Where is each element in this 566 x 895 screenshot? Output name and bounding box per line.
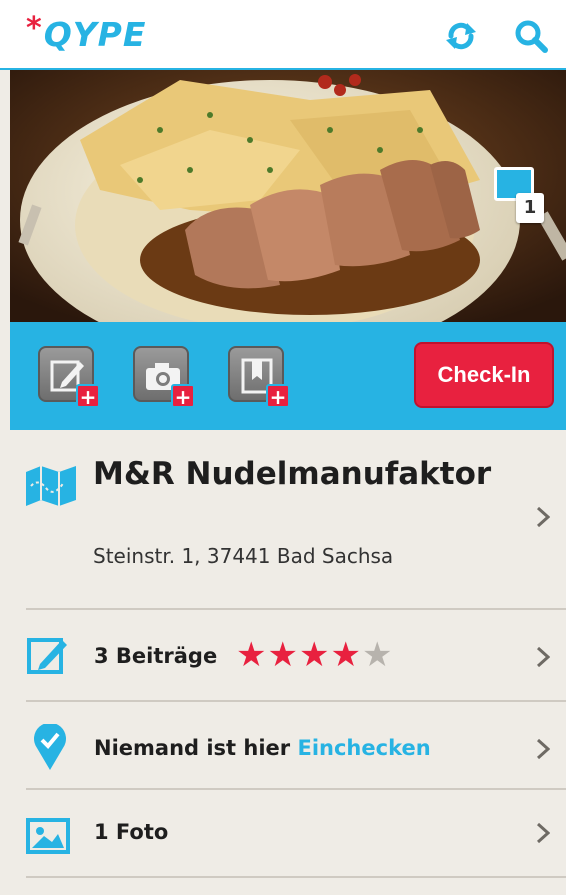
- logo-text: QYPE: [43, 15, 147, 54]
- check-in-link[interactable]: Einchecken: [297, 736, 430, 760]
- food-photo: [10, 70, 566, 322]
- action-bar: + + + Check-In: [10, 322, 566, 430]
- checkins-row[interactable]: Niemand ist hier Einchecken: [10, 702, 566, 792]
- place-details: M&R Nudelmanufaktor Steinstr. 1, 37441 B…: [10, 430, 566, 895]
- divider: [26, 876, 566, 878]
- map-icon: [26, 466, 76, 506]
- location-check-icon: [34, 724, 66, 770]
- checkins-status: Niemand ist hier: [94, 736, 291, 760]
- star-icon: ★: [298, 635, 330, 675]
- photo-count-badge[interactable]: 1: [494, 167, 550, 227]
- qype-logo[interactable]: * QYPE: [26, 11, 147, 56]
- star-icon: ★: [330, 635, 361, 675]
- top-bar: * QYPE: [0, 0, 566, 70]
- star-empty-icon: ★: [361, 635, 393, 675]
- chevron-right-icon: [536, 506, 550, 528]
- bookmark-button[interactable]: +: [228, 346, 290, 408]
- write-review-icon: [27, 638, 67, 674]
- check-in-button[interactable]: Check-In: [414, 342, 554, 408]
- place-header-row[interactable]: M&R Nudelmanufaktor Steinstr. 1, 37441 B…: [10, 430, 566, 608]
- logo-star: *: [26, 11, 42, 46]
- chevron-right-icon: [536, 646, 550, 668]
- star-icon: ★: [236, 635, 267, 675]
- add-plus-icon: +: [76, 384, 100, 408]
- add-photo-button[interactable]: +: [133, 346, 195, 408]
- photos-row[interactable]: 1 Foto: [10, 790, 566, 880]
- chevron-right-icon: [536, 738, 550, 760]
- rating-stars: ★ ★ ★ ★ ★: [236, 638, 393, 672]
- star-icon: ★: [267, 635, 298, 675]
- image-icon: [26, 818, 70, 854]
- reviews-count: 3 Beiträge: [94, 644, 218, 668]
- reviews-row[interactable]: 3 Beiträge ★ ★ ★ ★ ★: [10, 610, 566, 700]
- photos-count: 1 Foto: [94, 820, 169, 844]
- photo-count: 1: [516, 193, 544, 223]
- refresh-icon[interactable]: [443, 18, 479, 54]
- search-icon[interactable]: [513, 18, 549, 54]
- add-plus-icon: +: [171, 384, 195, 408]
- place-address: Steinstr. 1, 37441 Bad Sachsa: [93, 544, 394, 568]
- place-name: M&R Nudelmanufaktor: [93, 456, 492, 492]
- chevron-right-icon: [536, 822, 550, 844]
- write-review-button[interactable]: +: [38, 346, 100, 408]
- checkins-label: Niemand ist hier Einchecken: [94, 736, 431, 760]
- add-plus-icon: +: [266, 384, 290, 408]
- hero-photo[interactable]: 1: [10, 70, 566, 322]
